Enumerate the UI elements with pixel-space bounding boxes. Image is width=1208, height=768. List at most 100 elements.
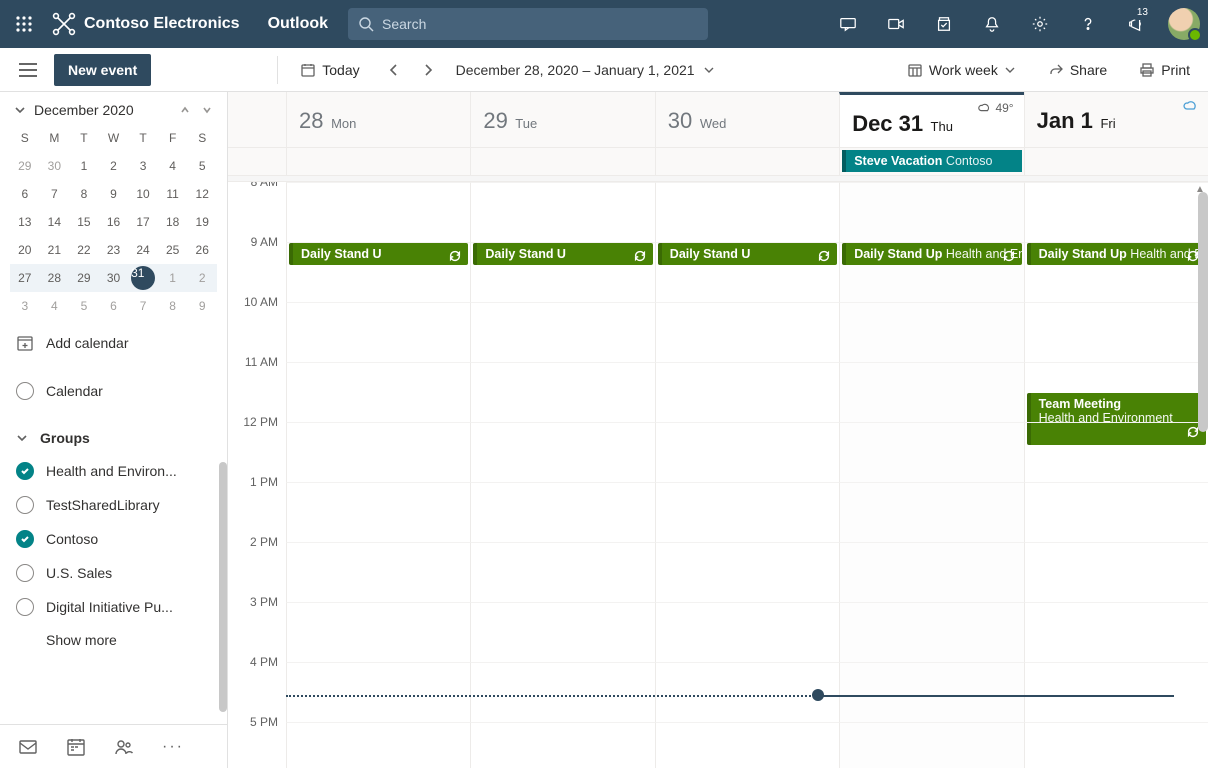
mini-day-cell[interactable]: 1 — [158, 264, 188, 292]
day-column-header[interactable]: 28 Mon — [286, 92, 470, 147]
mini-day-cell[interactable]: 23 — [99, 236, 129, 264]
meet-now-icon[interactable] — [874, 0, 918, 48]
time-cell[interactable] — [839, 722, 1023, 768]
mini-day-cell[interactable]: 29 — [69, 264, 99, 292]
prev-week-button[interactable] — [386, 62, 402, 78]
time-cell[interactable] — [655, 362, 839, 422]
time-cell[interactable] — [286, 602, 470, 662]
print-button[interactable]: Print — [1133, 58, 1196, 82]
mini-day-cell[interactable]: 3 — [128, 152, 158, 180]
group-item[interactable]: TestSharedLibrary — [0, 488, 227, 522]
time-cell[interactable] — [655, 302, 839, 362]
mail-module-icon[interactable] — [18, 737, 38, 757]
time-cell[interactable] — [655, 722, 839, 768]
next-week-button[interactable] — [420, 62, 436, 78]
group-item[interactable]: Digital Initiative Pu... — [0, 590, 227, 624]
mini-day-cell[interactable]: 26 — [187, 236, 217, 264]
mini-next-month[interactable] — [201, 104, 213, 116]
time-cell[interactable] — [839, 602, 1023, 662]
app-launcher-icon[interactable] — [8, 8, 40, 40]
time-cell[interactable] — [1024, 722, 1208, 768]
mini-day-cell[interactable]: 7 — [128, 292, 158, 320]
group-item[interactable]: U.S. Sales — [0, 556, 227, 590]
time-cell[interactable] — [286, 302, 470, 362]
mini-day-cell[interactable]: 11 — [158, 180, 188, 208]
mini-day-cell[interactable]: 5 — [187, 152, 217, 180]
sidebar-scrollbar[interactable] — [219, 462, 227, 712]
mini-day-cell[interactable]: 25 — [158, 236, 188, 264]
time-cell[interactable] — [655, 542, 839, 602]
mini-day-cell[interactable]: 13 — [10, 208, 40, 236]
time-cell[interactable] — [1024, 662, 1208, 722]
time-cell[interactable] — [470, 182, 654, 242]
announcement-icon[interactable]: 13 — [1114, 0, 1158, 48]
time-cell[interactable] — [839, 662, 1023, 722]
mini-day-cell[interactable]: 2 — [187, 264, 217, 292]
time-cell[interactable] — [470, 482, 654, 542]
search-input[interactable] — [382, 16, 698, 32]
mini-month-label[interactable]: December 2020 — [34, 102, 134, 118]
time-cell[interactable] — [286, 362, 470, 422]
weather-indicator[interactable]: 49° — [977, 101, 1013, 115]
time-cell[interactable] — [1024, 302, 1208, 362]
date-range-picker[interactable]: December 28, 2020 – January 1, 2021 — [456, 62, 715, 78]
time-cell[interactable] — [470, 422, 654, 482]
day-column-header[interactable]: 30 Wed — [655, 92, 839, 147]
allday-event[interactable]: Steve Vacation Contoso — [842, 150, 1021, 172]
time-cell[interactable] — [1024, 182, 1208, 242]
calendar-event[interactable]: Daily Stand Up Health and Environment — [1027, 243, 1206, 265]
mini-day-cell[interactable]: 12 — [187, 180, 217, 208]
mini-day-cell[interactable]: 6 — [10, 180, 40, 208]
mini-day-cell[interactable]: 8 — [69, 180, 99, 208]
time-cell[interactable]: Team MeetingHealth and Environment — [1024, 362, 1208, 422]
time-cell[interactable] — [1024, 602, 1208, 662]
group-checkbox[interactable] — [16, 598, 34, 616]
time-cell[interactable] — [839, 182, 1023, 242]
time-cell[interactable] — [470, 602, 654, 662]
day-column-header[interactable]: Jan 1 Fri — [1024, 92, 1208, 147]
mini-day-cell[interactable]: 17 — [128, 208, 158, 236]
group-checkbox[interactable] — [16, 496, 34, 514]
time-cell[interactable] — [286, 542, 470, 602]
mini-day-cell[interactable]: 28 — [40, 264, 70, 292]
time-cell[interactable] — [470, 302, 654, 362]
mini-day-cell[interactable]: 21 — [40, 236, 70, 264]
new-event-button[interactable]: New event — [54, 54, 151, 86]
people-module-icon[interactable] — [114, 737, 134, 757]
share-button[interactable]: Share — [1042, 58, 1113, 82]
calendar-scrollbar[interactable] — [1198, 192, 1208, 432]
time-cell[interactable] — [470, 542, 654, 602]
view-switcher[interactable]: Work week — [901, 58, 1022, 82]
time-cell[interactable] — [470, 362, 654, 422]
nav-toggle-icon[interactable] — [12, 54, 44, 86]
calendar-event[interactable]: Daily Stand U — [473, 243, 652, 265]
help-icon[interactable] — [1066, 0, 1110, 48]
time-cell[interactable]: Daily Stand U — [470, 242, 654, 302]
group-checkbox[interactable] — [16, 462, 34, 480]
day-column-header[interactable]: 29 Tue — [470, 92, 654, 147]
mini-day-cell[interactable]: 14 — [40, 208, 70, 236]
time-cell[interactable] — [286, 422, 470, 482]
calendar-event[interactable]: Daily Stand U — [289, 243, 468, 265]
mini-day-cell[interactable]: 19 — [187, 208, 217, 236]
time-cell[interactable] — [655, 482, 839, 542]
group-item[interactable]: Health and Environ... — [0, 454, 227, 488]
time-cell[interactable] — [1024, 482, 1208, 542]
mini-day-cell[interactable]: 16 — [99, 208, 129, 236]
time-cell[interactable] — [839, 422, 1023, 482]
today-button[interactable]: Today — [294, 58, 365, 82]
calendar-checkbox[interactable] — [16, 382, 34, 400]
time-cell[interactable] — [655, 422, 839, 482]
time-cell[interactable] — [1024, 542, 1208, 602]
time-cell[interactable] — [286, 662, 470, 722]
time-cell[interactable] — [655, 182, 839, 242]
mini-day-cell[interactable]: 24 — [128, 236, 158, 264]
mini-day-cell[interactable]: 30 — [99, 264, 129, 292]
mini-day-cell[interactable]: 1 — [69, 152, 99, 180]
mini-day-cell[interactable]: 2 — [99, 152, 129, 180]
time-cell[interactable] — [839, 302, 1023, 362]
day-column-header[interactable]: Dec 31 Thu49° — [839, 92, 1023, 147]
mini-day-cell[interactable]: 6 — [99, 292, 129, 320]
mini-collapse-icon[interactable] — [14, 104, 26, 116]
settings-icon[interactable] — [1018, 0, 1062, 48]
